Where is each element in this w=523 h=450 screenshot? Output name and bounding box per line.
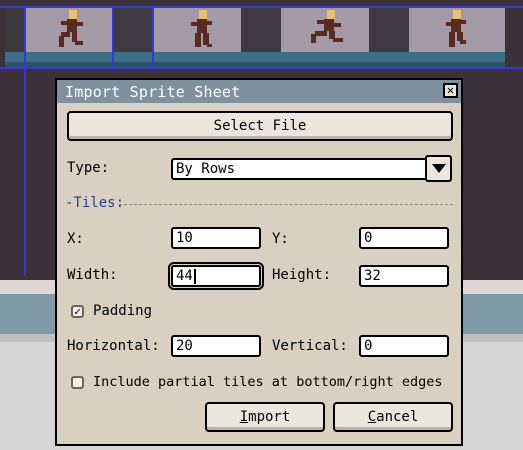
import-sprite-sheet-dialog: Import Sprite Sheet ✕ Select File Type: … (55, 78, 463, 446)
sprite-frame-1 (59, 10, 83, 47)
close-icon[interactable]: ✕ (443, 83, 458, 98)
slice-grid-line (0, 67, 523, 69)
slice-grid-line (112, 6, 114, 69)
text-caret (193, 268, 196, 284)
dialog-title: Import Sprite Sheet (65, 83, 241, 101)
height-field-value: 32 (364, 268, 381, 284)
width-field[interactable]: 44 (168, 262, 264, 290)
padding-label[interactable]: Padding (93, 303, 152, 319)
horizontal-field-value: 20 (176, 338, 193, 354)
vertical-field-value: 0 (364, 338, 373, 354)
sprite-frame-2 (191, 10, 212, 47)
vertical-label: Vertical: (272, 338, 348, 354)
partial-tiles-checkbox[interactable] (71, 376, 84, 389)
tiles-section-label: -Tiles: (65, 195, 125, 211)
width-field-value: 44 (176, 268, 193, 284)
y-field[interactable]: 0 (359, 227, 449, 249)
sprite-frame-3 (311, 10, 343, 43)
x-field[interactable]: 10 (171, 227, 261, 249)
slice-grid-line (0, 6, 523, 8)
horizontal-label: Horizontal: (67, 338, 160, 354)
height-field[interactable]: 32 (359, 265, 449, 287)
sprite-sheet[interactable] (5, 6, 505, 68)
type-label: Type: (67, 160, 110, 176)
sprite-frame-4 (446, 10, 466, 47)
check-icon: ✓ (74, 305, 81, 318)
tiles-section-divider (119, 204, 453, 205)
cancel-button[interactable]: Cancel (333, 402, 453, 432)
import-button[interactable]: Import (205, 402, 325, 432)
horizontal-field[interactable]: 20 (171, 335, 261, 357)
slice-grid-line (24, 6, 26, 276)
height-label: Height: (272, 267, 332, 283)
select-file-button[interactable]: Select File (67, 111, 453, 141)
padding-checkbox[interactable]: ✓ (71, 305, 84, 318)
partial-tiles-label[interactable]: Include partial tiles at bottom/right ed… (93, 374, 443, 390)
y-field-value: 0 (364, 230, 373, 246)
type-select-value: By Rows (176, 161, 236, 177)
type-select[interactable]: By Rows (171, 158, 429, 180)
width-label: Width: (67, 267, 118, 283)
slice-grid-line (152, 6, 154, 69)
vertical-field[interactable]: 0 (359, 335, 449, 357)
x-label: X: (67, 231, 84, 247)
cancel-label: Cancel (367, 409, 419, 425)
select-file-label: Select File (213, 118, 307, 134)
x-field-value: 10 (176, 230, 193, 246)
dialog-titlebar[interactable]: Import Sprite Sheet ✕ (57, 80, 461, 103)
y-label: Y: (272, 231, 289, 247)
import-label: Import (239, 409, 291, 425)
chevron-down-icon[interactable] (425, 155, 452, 182)
